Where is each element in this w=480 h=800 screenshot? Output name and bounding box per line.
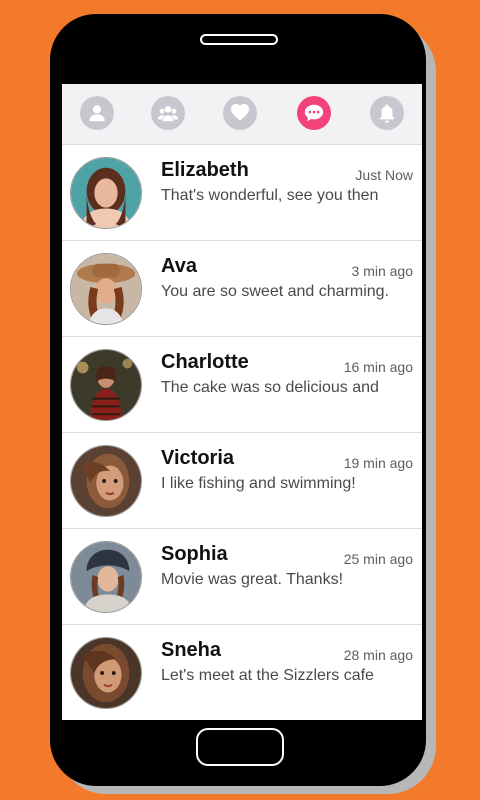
heart-icon — [230, 103, 250, 121]
contact-name: Sophia — [161, 543, 228, 565]
speaker-grille — [200, 34, 278, 45]
conversation-row[interactable]: Elizabeth Just Now That's wonderful, see… — [62, 145, 422, 241]
group-icon — [157, 106, 179, 122]
message-preview: That's wonderful, see you then — [161, 187, 379, 204]
message-preview: I like fishing and swimming! — [161, 475, 356, 492]
message-preview: Let's meet at the Sizzlers cafe — [161, 667, 374, 684]
contact-name: Victoria — [161, 447, 234, 469]
contact-name: Elizabeth — [161, 159, 249, 181]
message-preview: Movie was great. Thanks! — [161, 571, 344, 588]
tab-messages[interactable] — [297, 96, 331, 130]
avatar — [70, 349, 142, 421]
avatar — [70, 445, 142, 517]
conversation-row[interactable]: Charlotte 16 min ago The cake was so del… — [62, 337, 422, 433]
message-time: 19 min ago — [343, 455, 413, 471]
chat-bubble-icon — [304, 104, 324, 122]
bell-icon — [379, 104, 395, 123]
contact-name: Charlotte — [161, 351, 249, 373]
tab-profile[interactable] — [80, 96, 114, 130]
conversation-row[interactable]: Sneha 28 min ago Let's meet at the Sizzl… — [62, 625, 422, 720]
tab-favorites[interactable] — [223, 96, 257, 130]
conversation-row[interactable]: Ava 3 min ago You are so sweet and charm… — [62, 241, 422, 337]
conversation-row[interactable]: Victoria 19 min ago I like fishing and s… — [62, 433, 422, 529]
tab-notifications[interactable] — [370, 96, 404, 130]
app-screen: Elizabeth Just Now That's wonderful, see… — [62, 84, 422, 720]
conversation-list: Elizabeth Just Now That's wonderful, see… — [62, 145, 422, 720]
avatar — [70, 541, 142, 613]
avatar — [70, 253, 142, 325]
message-time: Just Now — [355, 167, 413, 183]
avatar — [70, 637, 142, 709]
message-preview: The cake was so delicious and — [161, 379, 379, 396]
message-time: 25 min ago — [343, 551, 413, 567]
message-time: 28 min ago — [343, 647, 413, 663]
tab-bar — [62, 84, 422, 145]
contact-name: Sneha — [161, 639, 222, 661]
tab-friends[interactable] — [151, 96, 185, 130]
message-time: 16 min ago — [343, 359, 413, 375]
contact-name: Ava — [161, 255, 197, 277]
avatar — [70, 157, 142, 229]
message-time: 3 min ago — [351, 263, 413, 279]
message-preview: You are so sweet and charming. — [161, 283, 389, 300]
home-button[interactable] — [196, 728, 284, 766]
person-icon — [89, 105, 105, 122]
conversation-row[interactable]: Sophia 25 min ago Movie was great. Thank… — [62, 529, 422, 625]
